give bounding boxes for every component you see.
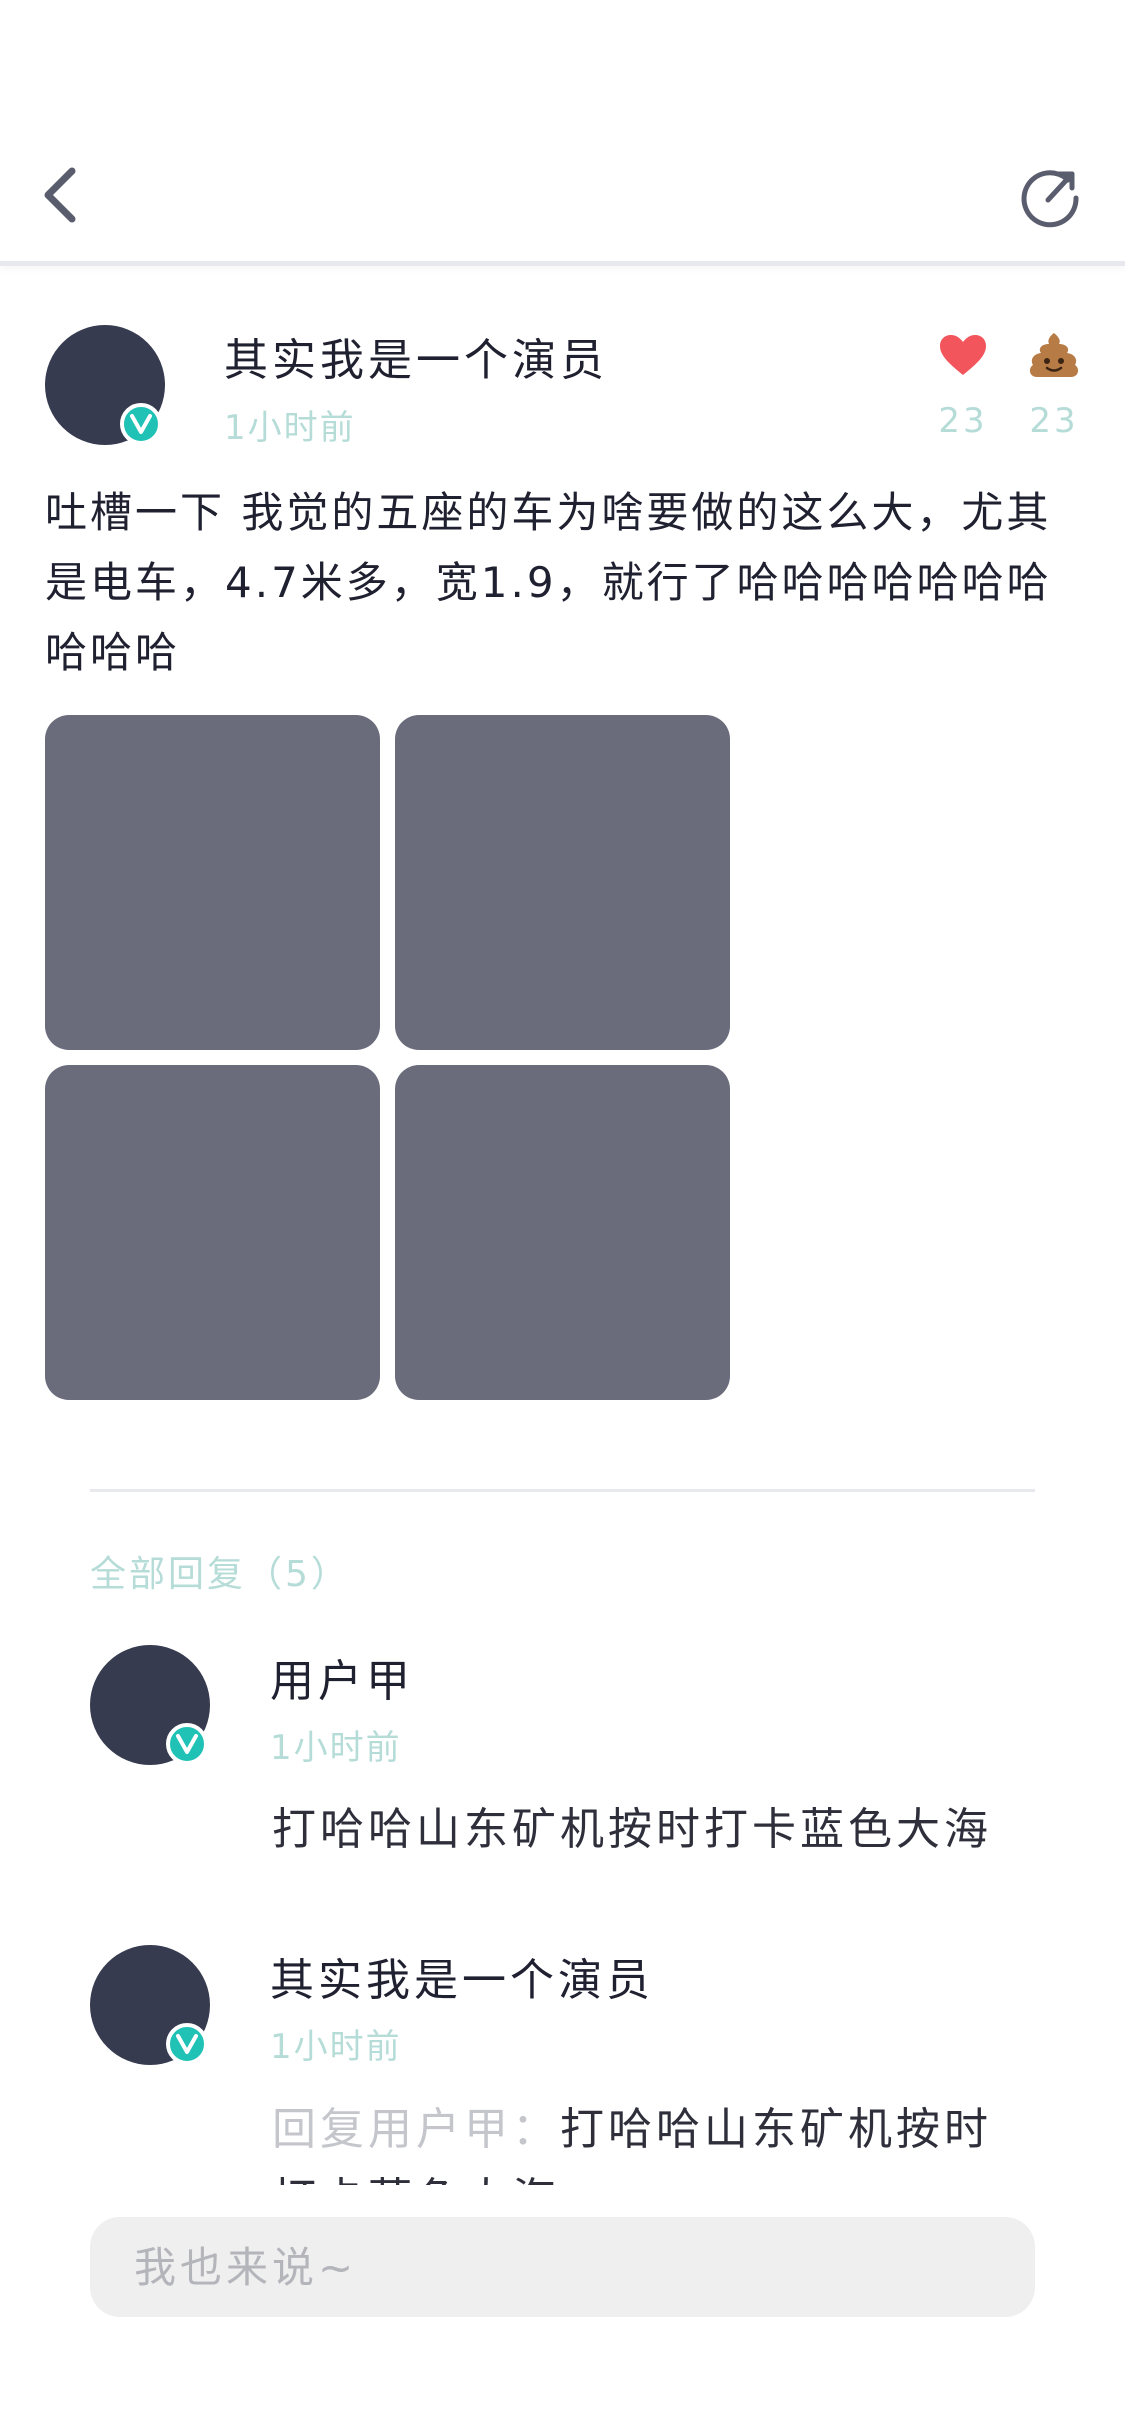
poop-reaction[interactable]: 23: [1019, 325, 1089, 441]
reply-author-name[interactable]: 其实我是一个演员: [270, 1944, 654, 2008]
replies-section: 全部回复（5） 用户甲 1小时前 打哈哈山东矿机按时打卡蓝色大海 其实我是一个演…: [0, 1520, 1125, 2185]
verified-badge-icon: [120, 403, 162, 445]
post-detail-screen: 其实我是一个演员 1小时前 23 23 吐槽一下 我觉的五座的车为啥要做的这么大…: [0, 0, 1125, 2436]
post-time: 1小时前: [224, 408, 356, 448]
poop-count: 23: [1029, 401, 1079, 441]
reply-to-label[interactable]: 回复用户甲：: [272, 2104, 560, 2155]
reply-content: 回复用户甲：打哈哈山东矿机按时打卡蓝色大海: [272, 2095, 1032, 2185]
replies-title: 全部回复（5）: [90, 1554, 350, 1595]
post-image-1[interactable]: [45, 715, 380, 1050]
reply-body: 打哈哈山东矿机按时打卡蓝色大海: [272, 1804, 992, 1855]
reply-time: 1小时前: [270, 2027, 402, 2067]
chevron-left-icon: [44, 167, 76, 223]
post-content: 吐槽一下 我觉的五座的车为啥要做的这么大，尤其是电车，4.7米多，宽1.9，就行…: [45, 488, 1052, 677]
verified-badge-icon: [166, 2023, 208, 2065]
share-refresh-icon: [1021, 170, 1079, 228]
poop-icon: [1029, 333, 1079, 377]
reply-author-name[interactable]: 用户甲: [270, 1645, 414, 1709]
post-image-4[interactable]: [395, 1065, 730, 1400]
share-button[interactable]: [1012, 160, 1088, 236]
reply-content: 打哈哈山东矿机按时打卡蓝色大海: [272, 1795, 1032, 1865]
post-image-2[interactable]: [395, 715, 730, 1050]
post-image-3[interactable]: [45, 1065, 380, 1400]
nav-header: [0, 0, 1125, 266]
back-button[interactable]: [36, 160, 84, 230]
section-divider: [90, 1489, 1035, 1492]
reply-time: 1小时前: [270, 1728, 402, 1768]
verified-badge-icon: [166, 1723, 208, 1765]
post-author-name[interactable]: 其实我是一个演员: [224, 324, 608, 388]
heart-icon: [940, 335, 986, 375]
comment-input[interactable]: [90, 2217, 1035, 2317]
comment-bar: [0, 2185, 1125, 2436]
like-count: 23: [938, 401, 988, 441]
like-reaction[interactable]: 23: [928, 325, 998, 441]
